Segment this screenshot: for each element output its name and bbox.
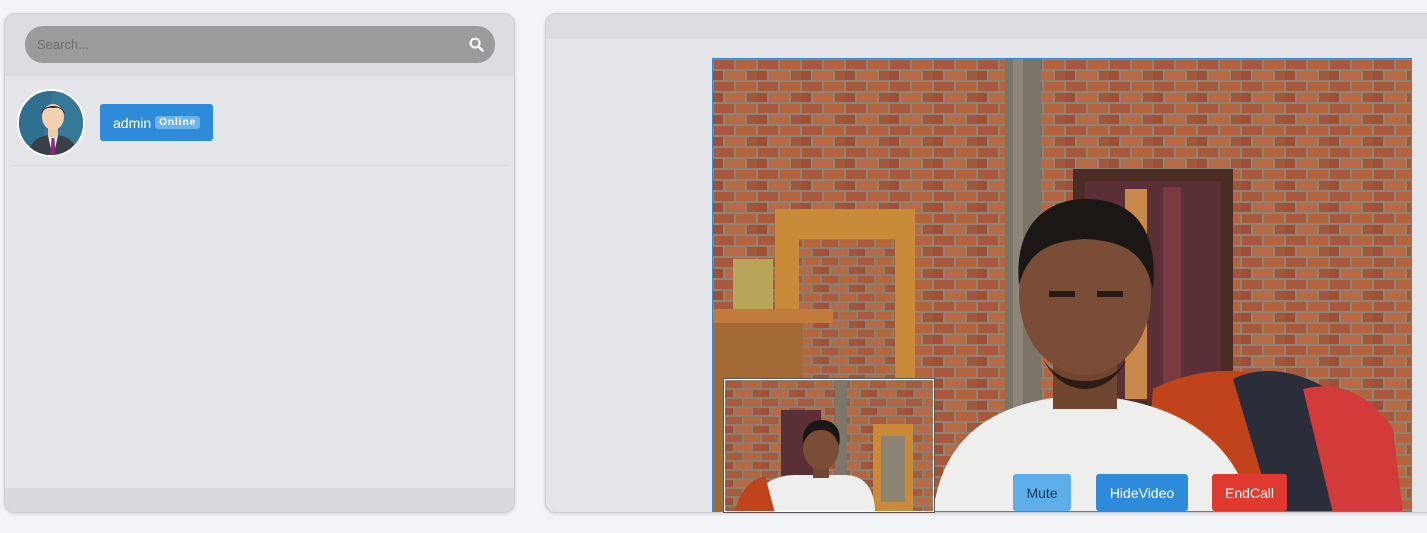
contacts-header [5, 14, 514, 76]
mute-button[interactable]: Mute [1013, 474, 1071, 511]
contacts-footer [5, 488, 514, 512]
local-video-frame [725, 380, 933, 511]
local-video-preview [723, 378, 935, 513]
contact-name: admin [113, 114, 152, 131]
contacts-panel: admin Online [4, 13, 515, 513]
search-icon[interactable] [469, 37, 484, 52]
hide-video-button[interactable]: HideVideo [1096, 474, 1188, 511]
end-call-button[interactable]: EndCall [1212, 474, 1287, 511]
call-panel-header [546, 14, 1427, 39]
contact-list-item[interactable]: admin Online [13, 86, 509, 166]
contact-name-badge[interactable]: admin Online [100, 104, 214, 141]
user-avatar-icon [17, 89, 85, 157]
search-input[interactable] [37, 26, 457, 63]
status-badge: Online [155, 116, 201, 129]
search-box [25, 26, 495, 63]
